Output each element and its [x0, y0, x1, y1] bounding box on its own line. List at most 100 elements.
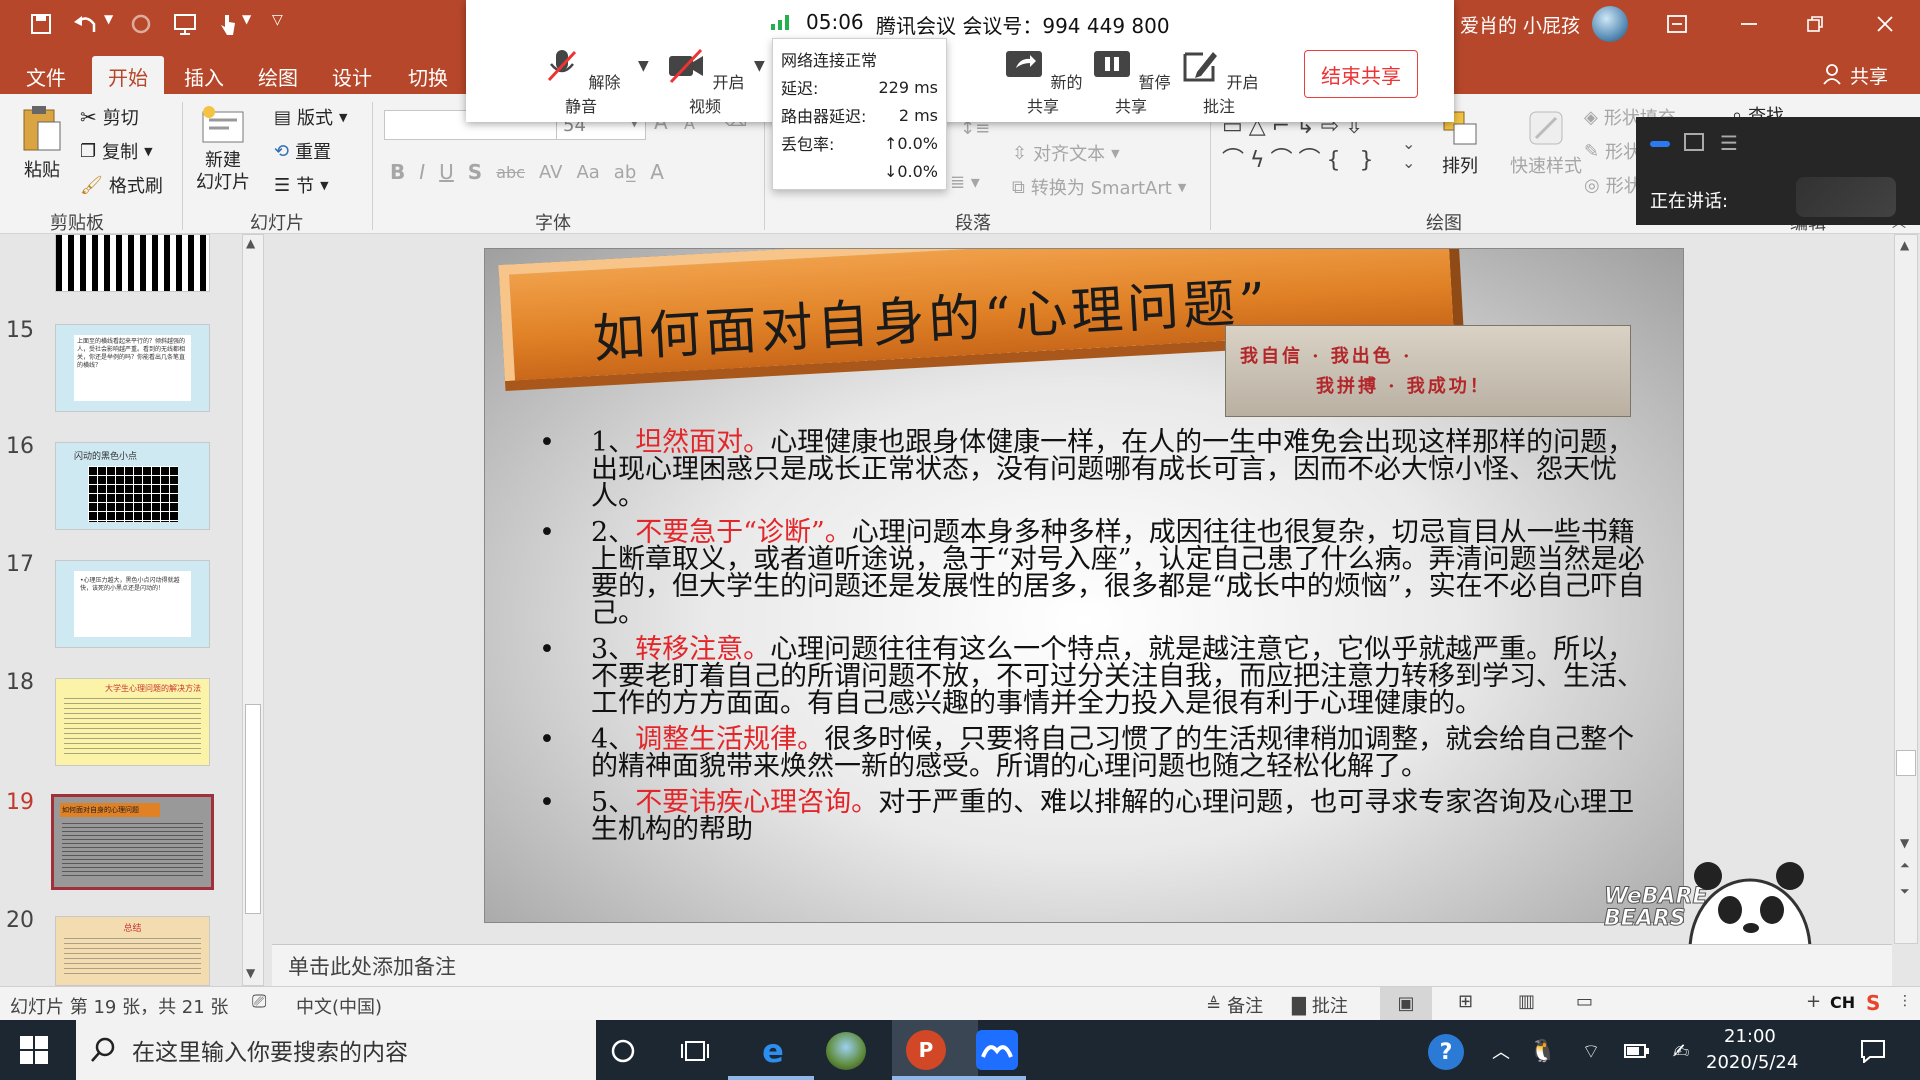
- comments-toggle[interactable]: ▇ 批注: [1292, 992, 1348, 1018]
- undo-dropdown-icon[interactable]: ▼: [104, 12, 113, 26]
- undo-icon[interactable]: [70, 10, 100, 38]
- tab-insert[interactable]: 插入: [168, 56, 240, 94]
- slide-thumbnail-18[interactable]: 大学生心理问题的解决方法: [55, 678, 210, 766]
- strikethrough-button[interactable]: abc: [496, 163, 525, 182]
- tab-home[interactable]: 开始: [92, 56, 164, 94]
- section-button[interactable]: ☰ 节 ▼: [274, 172, 329, 198]
- slide-thumbnail-14[interactable]: [55, 234, 210, 292]
- new-share-button[interactable]: 新的共享: [998, 48, 1088, 117]
- task-view-icon[interactable]: [674, 1030, 716, 1072]
- slideshow-view-icon[interactable]: ▭: [1576, 991, 1593, 1012]
- customize-qat-icon[interactable]: ▽: [272, 12, 283, 28]
- present-icon[interactable]: [170, 10, 200, 38]
- layout-button[interactable]: ▤ 版式 ▼: [274, 104, 347, 130]
- taskbar-search-box[interactable]: 在这里输入你要搜索的内容: [76, 1020, 596, 1080]
- input-language[interactable]: CH: [1830, 993, 1855, 1012]
- unmute-button[interactable]: 解除静音: [536, 48, 626, 117]
- pen-icon[interactable]: ✍: [1660, 1030, 1702, 1072]
- list-view-icon[interactable]: ☰: [1720, 131, 1738, 155]
- minimize-icon[interactable]: [1734, 10, 1764, 38]
- language-indicator[interactable]: 中文(中国): [296, 993, 382, 1019]
- clock-time[interactable]: 21:00: [1724, 1026, 1776, 1047]
- underline-button[interactable]: U: [439, 160, 454, 184]
- scroll-down-icon[interactable]: ▼: [246, 966, 255, 980]
- ime-menu-icon[interactable]: ⋮: [1898, 993, 1912, 1009]
- tab-design[interactable]: 设计: [316, 56, 388, 94]
- clock-date[interactable]: 2020/5/24: [1706, 1052, 1798, 1073]
- prev-slide-icon[interactable]: ⏶: [1900, 858, 1910, 873]
- tab-draw[interactable]: 绘图: [242, 56, 314, 94]
- notes-pane[interactable]: 单击此处添加备注: [272, 944, 1892, 986]
- italic-button[interactable]: I: [419, 160, 425, 184]
- tab-transitions[interactable]: 切换: [392, 56, 464, 94]
- scroll-up-icon[interactable]: ▲: [246, 236, 255, 250]
- show-hidden-icons[interactable]: ︿: [1480, 1030, 1522, 1072]
- copy-button[interactable]: ❐ 复制 ▼: [80, 138, 153, 164]
- cut-button[interactable]: ✂ 剪切: [80, 104, 139, 130]
- video-options-icon[interactable]: ▼: [754, 58, 765, 74]
- reset-button[interactable]: ⟲ 重置: [274, 138, 331, 164]
- thumbnail-scrollbar-thumb[interactable]: [245, 704, 261, 914]
- editor-scrollbar-thumb[interactable]: [1896, 750, 1916, 776]
- ribbon-display-icon[interactable]: [1664, 12, 1690, 36]
- next-slide-icon[interactable]: ⏷: [1900, 884, 1910, 899]
- share-button[interactable]: 共享: [1850, 62, 1888, 89]
- close-icon[interactable]: [1870, 10, 1900, 38]
- paste-button[interactable]: 粘贴: [20, 104, 64, 182]
- slide-body-text[interactable]: • 1、坦然面对。心理健康也跟身体健康一样，在人的一生中难免会出现这样那样的问题，…: [539, 429, 1661, 852]
- qq-icon[interactable]: 🐧: [1522, 1030, 1564, 1072]
- start-annotation-button[interactable]: 开启批注: [1174, 48, 1264, 117]
- slide-thumbnail-15[interactable]: 上面至的横线看起来平行的？倾斜越强的人，受社会影响越严重。看到的无线都相关，你还…: [55, 324, 210, 412]
- reading-view-icon[interactable]: ▥: [1518, 991, 1535, 1012]
- shape-outline-button[interactable]: ✎ 形状: [1584, 138, 1641, 164]
- touch-dropdown-icon[interactable]: ▼: [242, 12, 251, 26]
- slide-thumbnail-19-selected[interactable]: 如何面对自身的心理问题: [51, 794, 214, 890]
- slide-canvas[interactable]: 如何面对自身的“心理问题” 我自信 · 我出色 · 我拼搏 · 我成功！ • 1、…: [484, 248, 1684, 923]
- windows-start-icon[interactable]: [20, 1036, 48, 1068]
- start-video-button[interactable]: 开启视频: [660, 48, 750, 117]
- help-icon[interactable]: ?: [1428, 1034, 1464, 1070]
- end-share-button[interactable]: 结束共享: [1304, 50, 1418, 98]
- pause-share-button[interactable]: 暂停共享: [1086, 48, 1176, 117]
- shapes-gallery[interactable]: ▭△⌐↳⇨⇩ ⌒ϟ⌒⌒{ }: [1222, 110, 1412, 190]
- battery-icon[interactable]: [1616, 1030, 1658, 1072]
- slogan-photo[interactable]: 我自信 · 我出色 · 我拼搏 · 我成功！: [1225, 325, 1631, 417]
- highlight-icon[interactable]: ab̲: [614, 162, 636, 183]
- quick-styles-button[interactable]: 快速样式: [1510, 108, 1582, 178]
- notes-toggle[interactable]: ≜ 备注: [1206, 992, 1263, 1018]
- editor-scroll-down-icon[interactable]: ▼: [1900, 836, 1909, 850]
- wifi-icon[interactable]: ⌔: [1570, 1030, 1612, 1072]
- touch-mode-icon[interactable]: [212, 10, 242, 38]
- format-painter-button[interactable]: 🖌 格式刷: [80, 172, 163, 198]
- save-icon[interactable]: [28, 12, 54, 36]
- edge-browser-icon[interactable]: e: [752, 1030, 794, 1072]
- char-spacing-button[interactable]: AV: [539, 162, 562, 183]
- cortana-icon[interactable]: [602, 1030, 644, 1072]
- powerpoint-icon[interactable]: P: [906, 1030, 946, 1070]
- editor-scroll-up-icon[interactable]: ▲: [1900, 238, 1909, 252]
- avatar[interactable]: [1592, 6, 1628, 42]
- sogou-ime-icon[interactable]: S: [1866, 991, 1880, 1015]
- font-color-button[interactable]: A: [650, 160, 664, 184]
- slide-sorter-icon[interactable]: ⊞: [1458, 991, 1473, 1012]
- bold-button[interactable]: B: [390, 160, 405, 184]
- gallery-scroll-icon[interactable]: ⌄ ⌄: [1402, 134, 1415, 172]
- convert-smartart-button[interactable]: ⧉ 转换为 SmartArt ▼: [1012, 174, 1186, 200]
- normal-view-icon[interactable]: ▣: [1380, 987, 1432, 1021]
- shape-effects-button[interactable]: ◎ 形状: [1584, 172, 1642, 198]
- mic-options-icon[interactable]: ▼: [638, 58, 649, 74]
- slide-thumbnail-20[interactable]: 总结: [55, 916, 210, 986]
- gallery-view-icon[interactable]: [1684, 133, 1704, 151]
- columns-icon[interactable]: ≣ ▾: [950, 172, 980, 193]
- spellcheck-icon[interactable]: ⎚: [252, 991, 266, 1012]
- speaker-view-icon[interactable]: [1650, 141, 1670, 147]
- slide-thumbnail-17[interactable]: •心理压力越大，黑色小点闪动得就越快，该死的小黑点还是闪动的！: [55, 560, 210, 648]
- slide-thumbnail-16[interactable]: 闪动的黑色小点: [55, 442, 210, 530]
- tab-file[interactable]: 文件: [10, 56, 82, 94]
- photos-app-icon[interactable]: [826, 1032, 866, 1070]
- share-icon[interactable]: [1820, 62, 1844, 86]
- tencent-meeting-icon[interactable]: [976, 1030, 1018, 1070]
- change-case-button[interactable]: Aa: [576, 162, 599, 183]
- align-text-button[interactable]: ⇳ 对齐文本 ▼: [1012, 140, 1120, 166]
- restore-icon[interactable]: [1800, 10, 1830, 38]
